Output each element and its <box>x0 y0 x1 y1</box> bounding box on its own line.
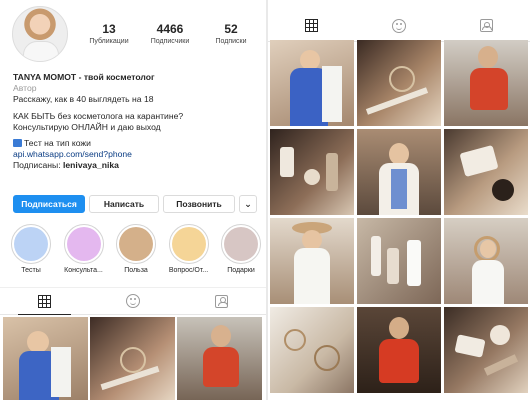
stat-posts-label: Публикации <box>89 38 129 45</box>
grid-icon <box>305 19 319 32</box>
stat-followers-number: 4466 <box>156 22 184 36</box>
bio-link[interactable]: api.whatsapp.com/send?phone <box>13 149 263 160</box>
down-arrow-emoji-icon <box>13 139 22 148</box>
post-thumbnail[interactable] <box>357 307 441 393</box>
profile-bio: TANYA MOMOT - твой косметолог Автор Расс… <box>13 72 263 172</box>
stat-following-number: 52 <box>224 22 238 36</box>
chevron-down-icon[interactable]: ⌄ <box>239 195 257 213</box>
post-thumbnail[interactable] <box>444 129 528 215</box>
tab-reels[interactable] <box>89 288 178 314</box>
bio-test-text: Тест на тип кожи <box>24 138 91 149</box>
highlight-cover <box>171 227 206 261</box>
grid-icon <box>37 294 51 308</box>
smile-icon <box>391 18 406 33</box>
post-thumbnail[interactable] <box>357 129 441 215</box>
tab-posts[interactable] <box>268 10 355 42</box>
highlight-cover <box>66 227 101 261</box>
profile-panel: 13 Публикации 4466 Подписчики 52 Подписк… <box>0 0 266 400</box>
tagged-icon <box>479 19 493 32</box>
followed-by: Подписаны: lenivaya_nika <box>13 160 263 171</box>
stat-posts[interactable]: 13 Публикации <box>80 22 138 45</box>
post-thumbnail[interactable] <box>270 40 354 126</box>
post-thumbnail[interactable] <box>357 40 441 126</box>
highlight-qa[interactable]: Вопрос/От... <box>166 224 212 274</box>
stat-followers-label: Подписчики <box>150 38 190 45</box>
highlight-cover <box>119 227 153 261</box>
highlight-gifts[interactable]: Подарки <box>218 224 264 274</box>
highlight-benefit[interactable]: Польза <box>113 224 159 274</box>
followed-by-prefix: Подписаны: <box>13 160 64 171</box>
highlight-label: Вопрос/От... <box>168 267 209 274</box>
profile-actions: Подписаться Написать Позвонить ⌄ <box>13 195 261 213</box>
post-thumbnail[interactable] <box>3 317 88 400</box>
post-thumbnail[interactable] <box>177 317 262 400</box>
tab-tagged[interactable] <box>177 288 266 314</box>
story-highlights: Тесты Консульта... Польза Вопрос/От... П… <box>8 224 264 274</box>
highlight-tests[interactable]: Тесты <box>8 224 54 274</box>
highlight-label: Консульта... <box>64 267 103 274</box>
call-button[interactable]: Позвонить <box>163 195 235 213</box>
highlight-label: Тесты <box>21 267 41 274</box>
stat-posts-number: 13 <box>102 22 116 36</box>
stat-following[interactable]: 52 Подписки <box>202 22 260 45</box>
highlight-consult[interactable]: Консульта... <box>61 224 107 274</box>
profile-category: Автор <box>13 83 37 94</box>
post-thumbnail[interactable] <box>444 218 528 304</box>
tagged-icon <box>215 294 229 308</box>
bio-line: Консультирую ОНЛАЙН и даю выход <box>13 121 161 132</box>
post-thumbnail[interactable] <box>270 218 354 304</box>
post-thumbnail[interactable] <box>444 307 528 393</box>
post-thumbnail[interactable] <box>357 218 441 304</box>
profile-tabs <box>0 287 266 315</box>
post-thumbnail[interactable] <box>444 40 528 126</box>
bio-line: Расскажу, как в 40 выглядеть на 18 <box>13 94 154 105</box>
posts-panel <box>268 0 530 400</box>
post-thumbnail[interactable] <box>90 317 175 400</box>
profile-name: TANYA MOMOT - твой косметолог <box>13 72 155 82</box>
tab-reels[interactable] <box>355 10 442 41</box>
avatar-figure <box>23 41 59 61</box>
bio-line-test: Тест на тип кожи <box>13 138 263 149</box>
profile-tabs <box>268 10 530 42</box>
highlight-label: Подарки <box>227 267 255 274</box>
profile-stats: 13 Публикации 4466 Подписчики 52 Подписк… <box>80 22 260 45</box>
posts-grid <box>270 40 528 393</box>
posts-grid-preview <box>3 317 263 400</box>
highlight-cover <box>14 227 48 261</box>
tab-posts[interactable] <box>0 288 89 315</box>
follow-button[interactable]: Подписаться <box>13 195 85 213</box>
followed-by-user[interactable]: lenivaya_nika <box>63 160 119 170</box>
profile-avatar[interactable] <box>12 6 68 62</box>
stat-following-label: Подписки <box>215 38 247 45</box>
bio-line: КАК БЫТЬ без косметолога на карантине? <box>13 110 184 121</box>
post-thumbnail[interactable] <box>270 307 354 393</box>
post-thumbnail[interactable] <box>270 129 354 215</box>
tab-tagged[interactable] <box>443 10 530 41</box>
highlight-label: Польза <box>124 267 148 274</box>
smile-icon <box>126 294 140 308</box>
stat-followers[interactable]: 4466 Подписчики <box>141 22 199 45</box>
highlight-cover <box>224 227 258 261</box>
message-button[interactable]: Написать <box>89 195 159 213</box>
